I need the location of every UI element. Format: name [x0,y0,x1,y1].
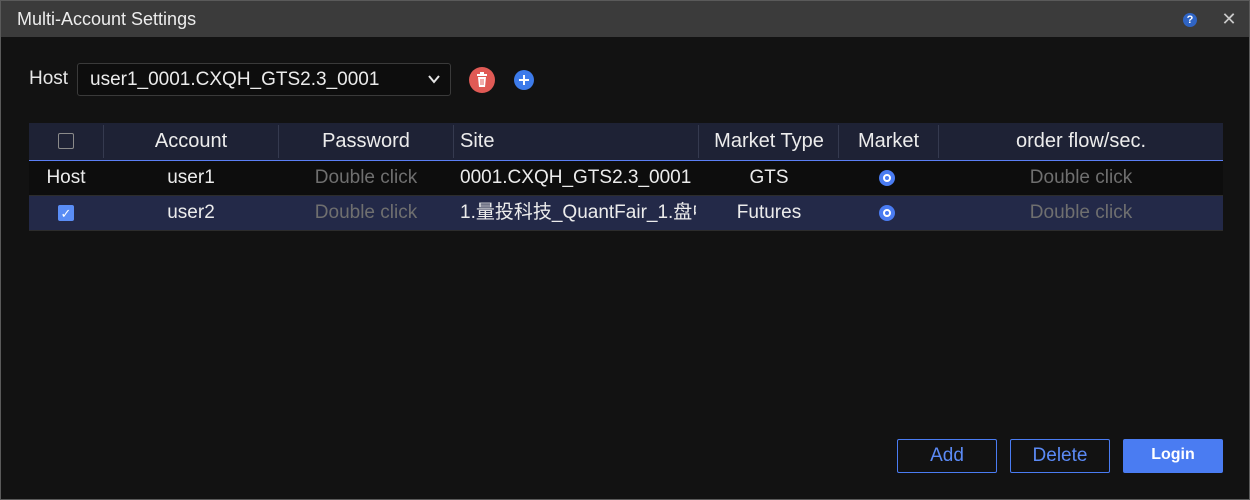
column-header-site[interactable]: Site [460,123,698,160]
market-radio[interactable] [879,170,895,186]
window-title: Multi-Account Settings [17,9,197,29]
account-cell[interactable]: user2 [104,196,278,230]
order-flow-cell[interactable]: Double click [939,196,1223,230]
column-header-order-flow[interactable]: order flow/sec. [939,123,1223,160]
password-cell[interactable]: Double click [279,161,453,195]
password-cell[interactable]: Double click [279,196,453,230]
delete-host-button[interactable] [469,67,495,93]
site-cell[interactable]: 1.量投科技_QuantFair_1.盘中 [460,196,696,230]
market-type-cell[interactable]: GTS [699,161,839,195]
plus-icon [519,75,529,85]
host-row-label: Host [46,167,86,188]
column-header-account[interactable]: Account [104,123,278,160]
login-button[interactable]: Login [1123,439,1223,473]
row-checkbox[interactable]: ✓ [58,205,74,221]
host-select[interactable]: user1_0001.CXQH_GTS2.3_0001 [77,63,451,96]
column-header-market-type[interactable]: Market Type [699,123,839,160]
host-select-value: user1_0001.CXQH_GTS2.3_0001 [90,69,380,90]
title-bar: Multi-Account Settings ? ✕ [1,1,1249,37]
select-all-checkbox[interactable] [58,133,74,149]
market-radio[interactable] [879,205,895,221]
accounts-table: Account Password Site Market Type Market… [29,123,1223,231]
chevron-down-icon [428,75,440,84]
order-flow-cell[interactable]: Double click [939,161,1223,195]
account-cell[interactable]: user1 [104,161,278,195]
site-cell[interactable]: 0001.CXQH_GTS2.3_0001 [460,161,696,195]
table-header: Account Password Site Market Type Market… [29,123,1223,161]
table-row[interactable]: ✓ user2 Double click 1.量投科技_QuantFair_1.… [29,196,1223,231]
column-header-password[interactable]: Password [279,123,453,160]
table-row[interactable]: Host user1 Double click 0001.CXQH_GTS2.3… [29,161,1223,196]
close-icon[interactable]: ✕ [1219,8,1239,30]
delete-button[interactable]: Delete [1010,439,1110,473]
add-button[interactable]: Add [897,439,997,473]
column-header-market[interactable]: Market [839,123,938,160]
trash-icon [477,72,487,87]
add-host-button[interactable] [514,70,534,90]
market-type-cell[interactable]: Futures [699,196,839,230]
host-label: Host [29,68,69,89]
column-divider [453,125,454,158]
help-icon[interactable]: ? [1183,13,1197,27]
multi-account-settings-window: Multi-Account Settings ? ✕ Host user1_00… [0,0,1250,500]
